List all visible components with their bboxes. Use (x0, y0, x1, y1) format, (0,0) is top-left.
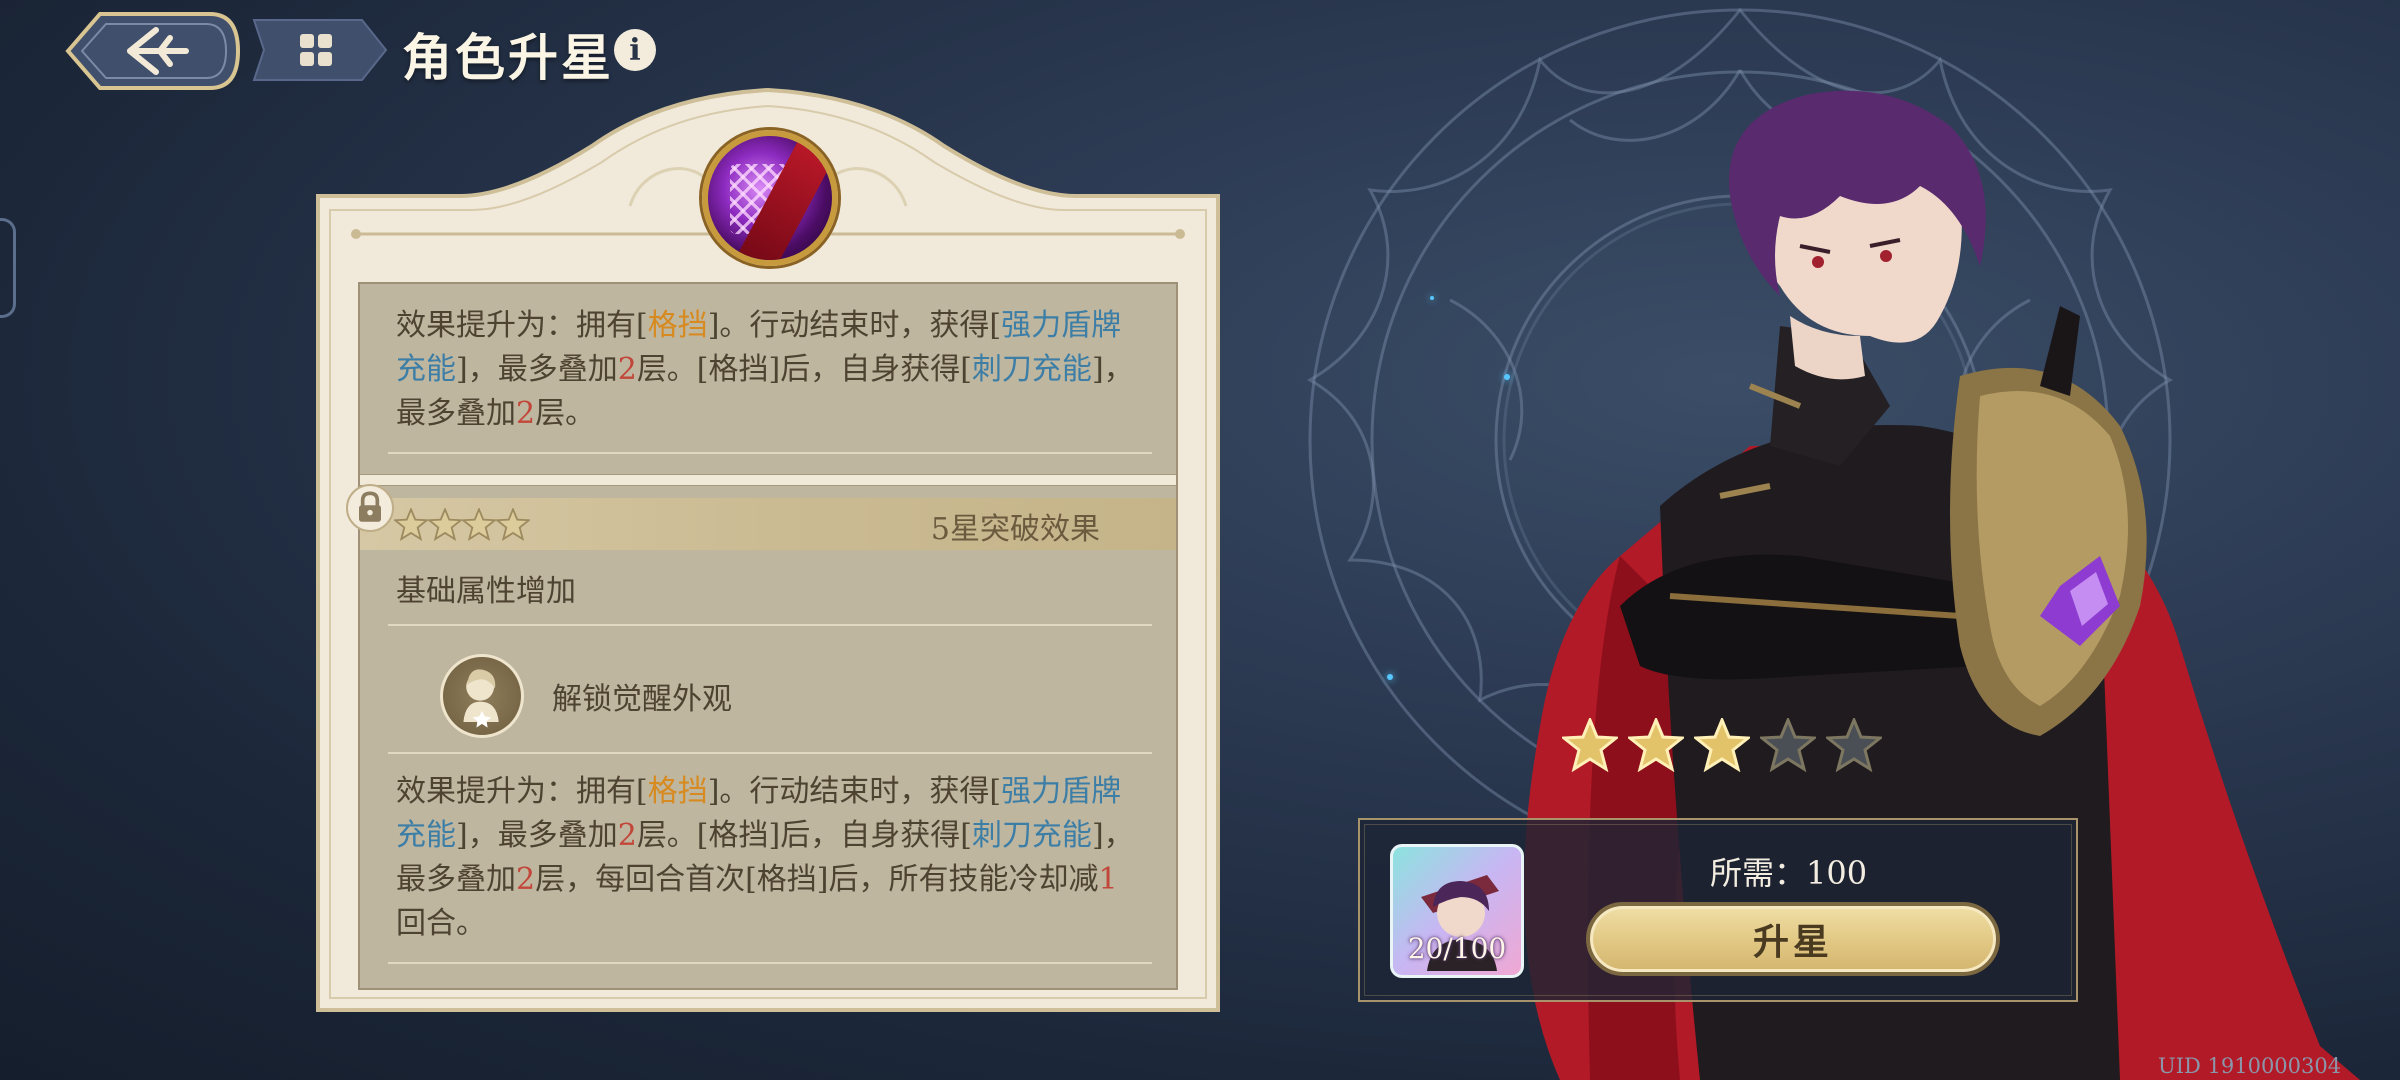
required-amount: 所需：100 (1710, 854, 1868, 892)
tier-header: 5星突破效果 (360, 498, 1176, 550)
effect-text-segment: 刺刀充能 (971, 352, 1092, 387)
tier-star-icon (428, 508, 462, 541)
back-button[interactable] (60, 8, 244, 94)
page-title: 角色升星 (402, 28, 614, 87)
effect-text-segment: 2 (617, 352, 637, 387)
star-filled-icon (1562, 718, 1618, 772)
sparkle (1387, 674, 1393, 680)
current-effect-text: 效果提升为：拥有[格挡]。行动结束时，获得[强力盾牌充能]，最多叠加2层。[格挡… (396, 304, 1136, 436)
effect-text-segment: 效果提升为：拥有[ (396, 308, 648, 343)
star-filled-icon (1694, 718, 1750, 772)
base-attribute-label: 基础属性增加 (396, 574, 576, 609)
star-up-button[interactable]: 升星 (1586, 902, 2000, 976)
star-empty-icon (1826, 718, 1882, 772)
effect-text-segment: 刺刀充能 (971, 818, 1092, 853)
tier-title: 5星突破效果 (930, 512, 1100, 547)
effect-text-segment: 格挡 (647, 774, 708, 809)
effect-text-segment: 层。 (535, 396, 596, 431)
star-empty-icon (1760, 718, 1816, 772)
upgrade-panel: 20/100 所需：100 升星 (1358, 818, 2078, 1002)
effect-list: 效果提升为：拥有[格挡]。行动结束时，获得[强力盾牌充能]，最多叠加2层。[格挡… (358, 282, 1178, 990)
effect-text-segment: 层。[格挡]后，自身获得[ (636, 818, 972, 853)
tier-stars (394, 508, 530, 542)
effect-text-segment: 层。[格挡]后，自身获得[ (636, 352, 972, 387)
menu-button[interactable] (250, 16, 390, 84)
effect-text-segment: 2 (516, 396, 536, 431)
effect-text-segment: ]，最多叠加 (456, 818, 618, 853)
effect-text-segment: ]，最多叠加 (456, 352, 618, 387)
tier-star-icon (394, 508, 428, 541)
effect-text-segment: 效果提升为：拥有[ (396, 774, 648, 809)
effect-text-segment: 格挡 (647, 308, 708, 343)
star-rating (1562, 718, 1882, 772)
awaken-appearance-icon (440, 654, 524, 738)
tier-star-icon (496, 508, 530, 541)
effect-text-segment: ]。行动结束时，获得[ (707, 308, 1002, 343)
lock-icon (346, 484, 394, 532)
skill-icon (702, 130, 838, 266)
user-id: UID 1910000304 (2158, 1054, 2342, 1078)
sparkle (1430, 296, 1434, 300)
effect-text-segment: 层，每回合首次[格挡]后，所有技能冷却减 (535, 862, 1099, 897)
character-shard-card[interactable]: 20/100 (1390, 844, 1524, 978)
effect-text-segment: 1 (1098, 862, 1118, 897)
side-panel-tab[interactable] (0, 218, 16, 318)
unlock-appearance-label: 解锁觉醒外观 (552, 682, 732, 717)
tier-star-icon (462, 508, 496, 541)
info-icon[interactable]: i (614, 29, 656, 71)
effect-text-segment: 回合。 (396, 906, 486, 941)
effect-text-segment: 2 (617, 818, 637, 853)
shard-count: 20/100 (1407, 932, 1507, 965)
sparkle (1504, 374, 1510, 380)
star-filled-icon (1628, 718, 1684, 772)
effect-text-segment: 2 (516, 862, 536, 897)
next-effect-text: 效果提升为：拥有[格挡]。行动结束时，获得[强力盾牌充能]，最多叠加2层。[格挡… (396, 770, 1136, 946)
effect-text-segment: ]。行动结束时，获得[ (707, 774, 1002, 809)
